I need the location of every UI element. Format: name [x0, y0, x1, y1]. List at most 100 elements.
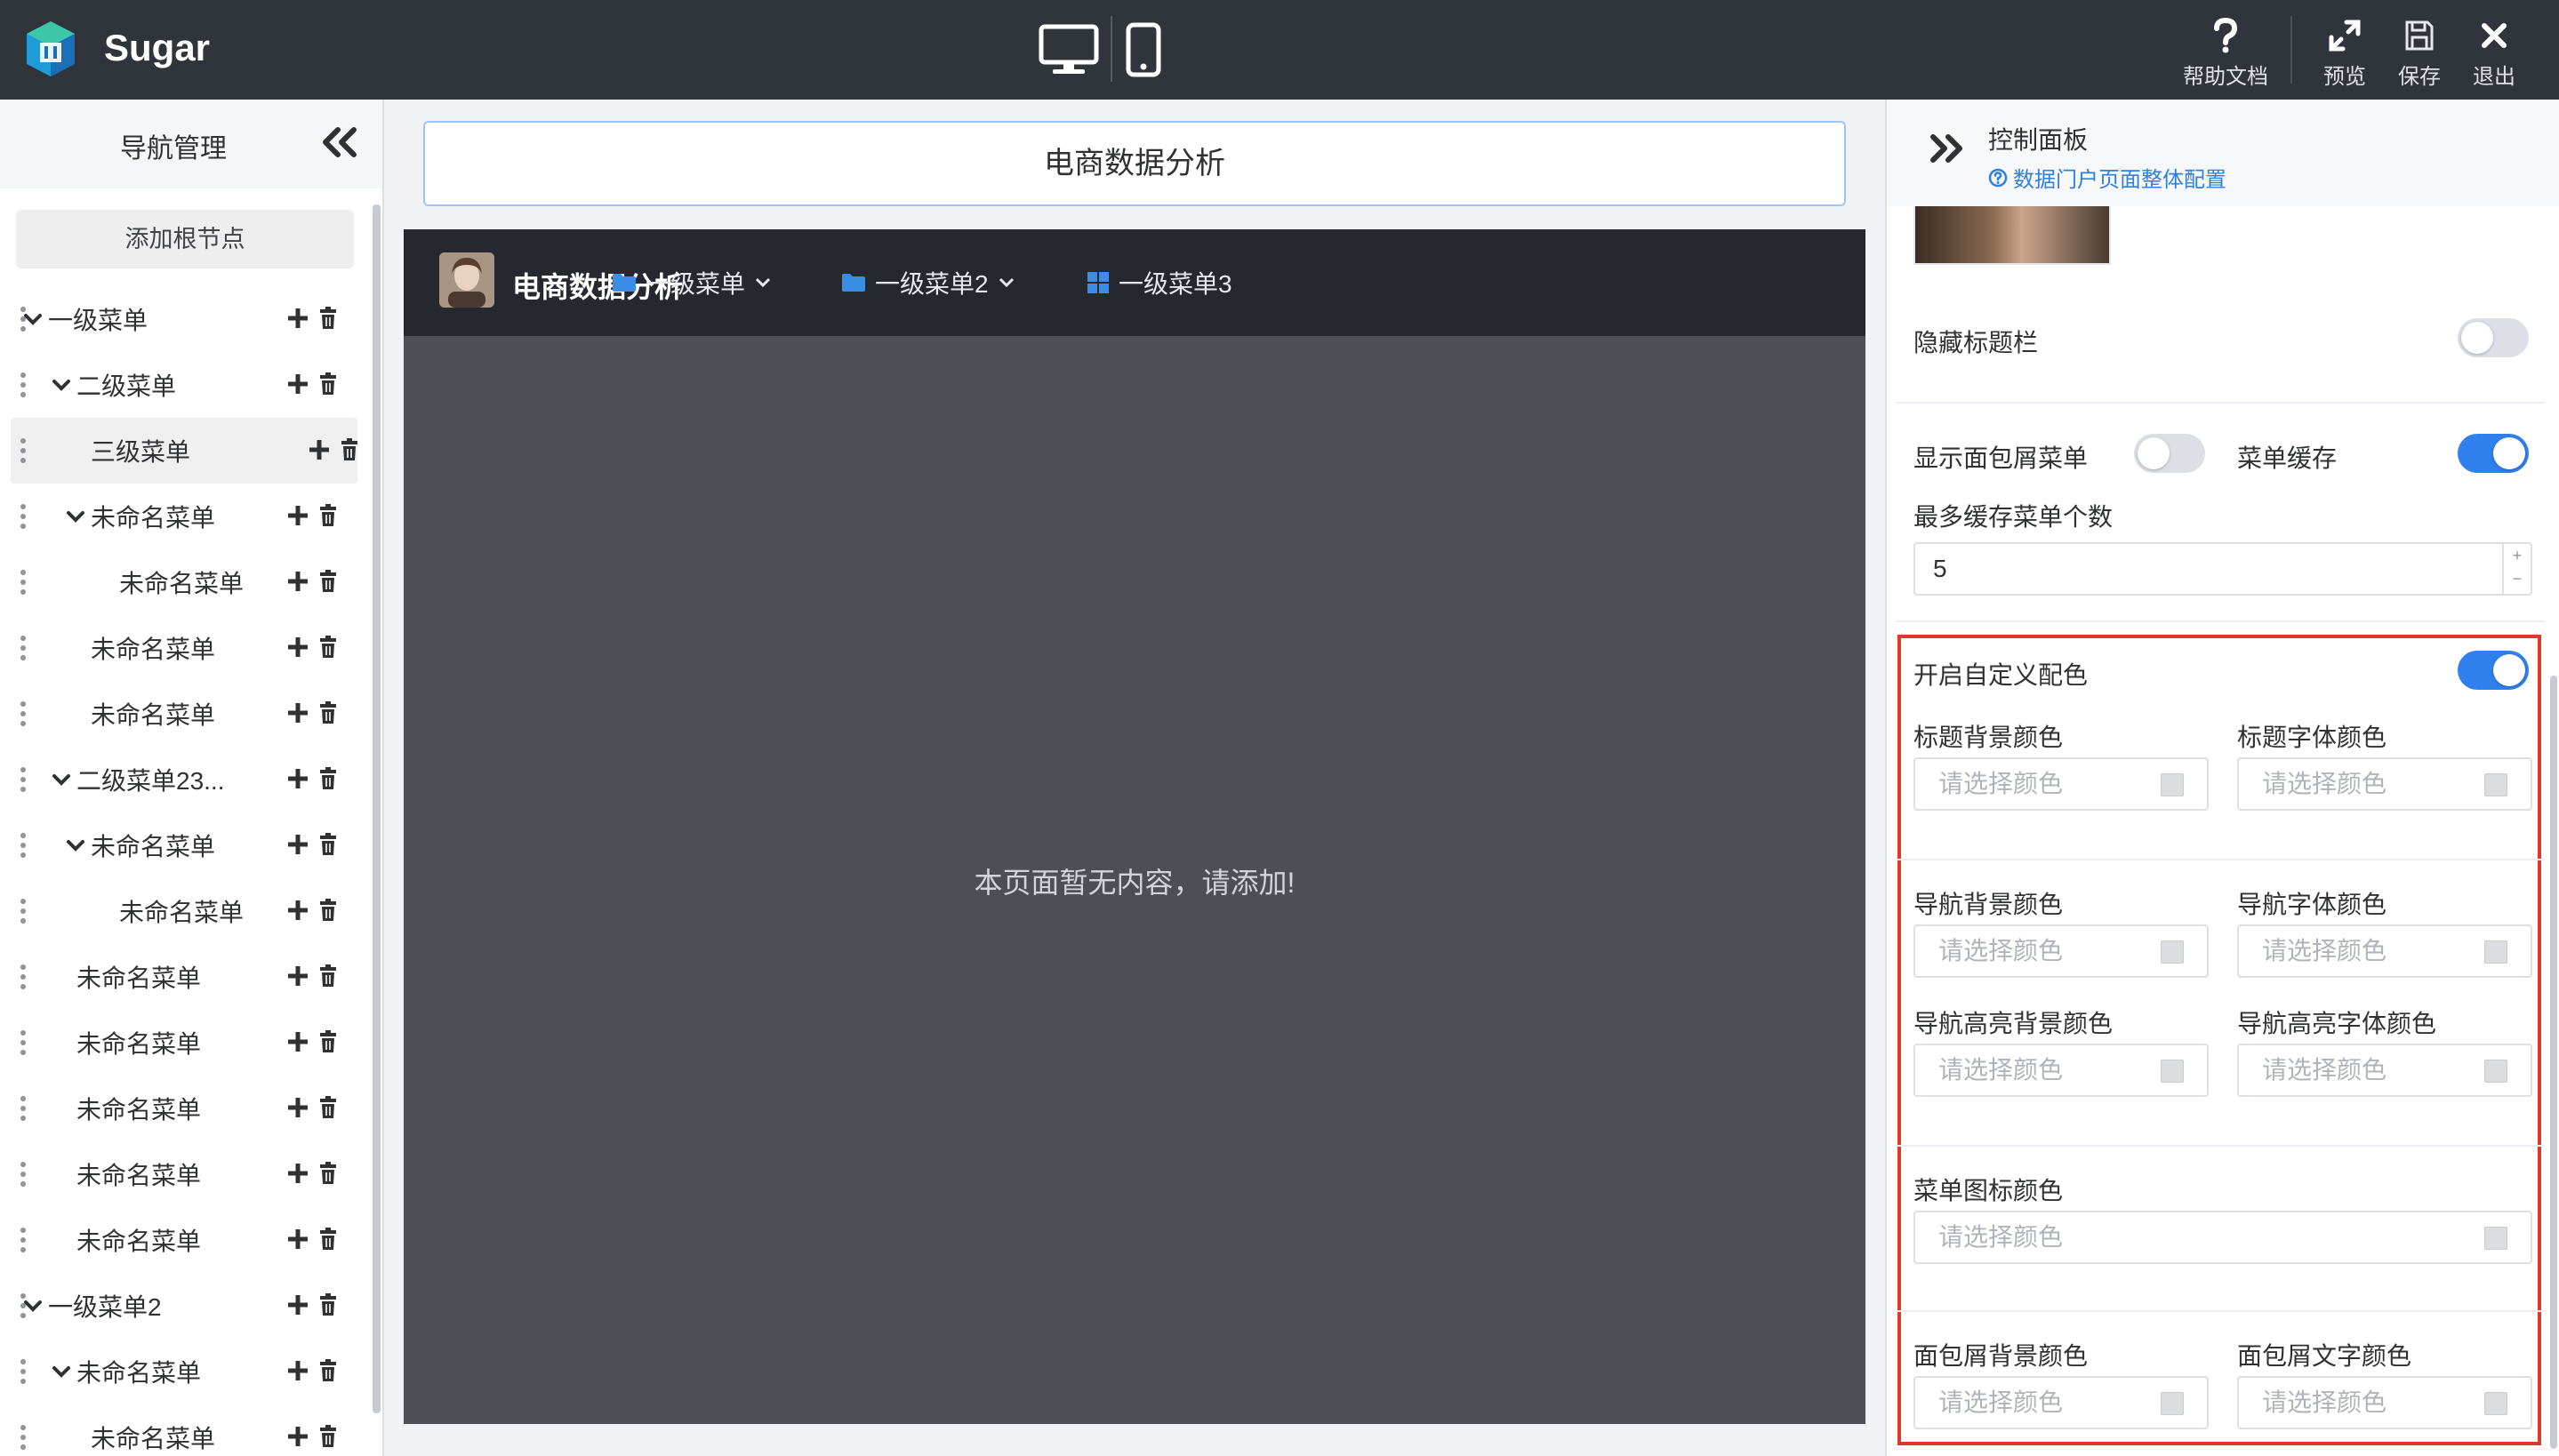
breadcrumb-bg-color-picker[interactable]: 请选择颜色 — [1913, 1376, 2209, 1429]
tree-node[interactable]: 未命名菜单 — [0, 681, 370, 747]
add-icon[interactable] — [286, 766, 309, 791]
add-icon[interactable] — [286, 1292, 309, 1317]
drag-handle-icon[interactable] — [20, 1030, 27, 1057]
exit-button[interactable]: 退出 — [2445, 16, 2543, 92]
add-icon[interactable] — [286, 635, 309, 660]
collapse-double-chevron-icon[interactable] — [320, 126, 359, 158]
hide-titlebar-toggle[interactable] — [2458, 318, 2529, 357]
tree-node[interactable]: 未命名菜单 — [0, 1076, 370, 1141]
page-title-input[interactable]: 电商数据分析 — [423, 121, 1846, 206]
show-breadcrumb-toggle[interactable] — [2134, 434, 2205, 473]
trash-icon[interactable] — [318, 1424, 338, 1449]
add-icon[interactable] — [286, 569, 309, 594]
tree-node[interactable]: 未命名菜单 — [0, 812, 370, 878]
trash-icon[interactable] — [318, 306, 338, 331]
trash-icon[interactable] — [318, 372, 338, 396]
add-icon[interactable] — [286, 1424, 309, 1449]
trash-icon[interactable] — [340, 437, 359, 462]
trash-icon[interactable] — [318, 1029, 338, 1054]
trash-icon[interactable] — [318, 700, 338, 725]
chevron-down-icon[interactable] — [50, 772, 73, 787]
add-icon[interactable] — [286, 503, 309, 528]
nav-menu-2[interactable]: 一级菜单2 — [841, 265, 1015, 300]
trash-icon[interactable] — [318, 635, 338, 660]
add-icon[interactable] — [286, 898, 309, 923]
chevron-down-icon[interactable] — [50, 378, 73, 392]
breadcrumb-text-color-picker[interactable]: 请选择颜色 — [2237, 1376, 2532, 1429]
tree-node[interactable]: 一级菜单2 — [0, 1273, 370, 1339]
add-icon[interactable] — [286, 1095, 309, 1120]
trash-icon[interactable] — [318, 1227, 338, 1252]
tree-node[interactable]: 未命名菜单 — [0, 878, 370, 944]
add-icon[interactable] — [286, 964, 309, 988]
nav-highlight-font-color-picker[interactable]: 请选择颜色 — [2237, 1044, 2532, 1097]
chevron-down-icon[interactable] — [21, 312, 44, 326]
drag-handle-icon[interactable] — [20, 833, 27, 860]
add-icon[interactable] — [286, 372, 309, 396]
tree-node[interactable]: 未命名菜单 — [0, 1404, 370, 1456]
tree-node[interactable]: 一级菜单 — [0, 286, 370, 352]
tree-node[interactable]: 未命名菜单 — [0, 1339, 370, 1404]
add-icon[interactable] — [286, 700, 309, 725]
add-icon[interactable] — [286, 1029, 309, 1054]
trash-icon[interactable] — [318, 569, 338, 594]
chevron-down-icon[interactable] — [21, 1299, 44, 1313]
title-bg-color-picker[interactable]: 请选择颜色 — [1913, 757, 2209, 811]
trash-icon[interactable] — [318, 1358, 338, 1383]
trash-icon[interactable] — [318, 832, 338, 857]
nav-menu-3[interactable]: 一级菜单3 — [1087, 265, 1232, 300]
chevron-down-icon[interactable] — [50, 1364, 73, 1379]
menu-cache-toggle[interactable] — [2458, 434, 2529, 473]
trash-icon[interactable] — [318, 766, 338, 791]
nav-menu-1[interactable]: 一级菜单 — [612, 265, 772, 300]
logo-image-preview[interactable] — [1913, 201, 2111, 265]
custom-color-toggle[interactable] — [2458, 651, 2529, 690]
drag-handle-icon[interactable] — [20, 767, 27, 794]
drag-handle-icon[interactable] — [20, 1096, 27, 1123]
tree-node[interactable]: 二级菜单 — [0, 352, 370, 418]
tree-node[interactable]: 未命名菜单 — [0, 1141, 370, 1207]
number-stepper[interactable]: + − — [2502, 544, 2531, 594]
tree-node[interactable]: 未命名菜单 — [0, 484, 370, 549]
mobile-view-button[interactable] — [1122, 18, 1165, 82]
nav-bg-color-picker[interactable]: 请选择颜色 — [1913, 924, 2209, 978]
drag-handle-icon[interactable] — [20, 1228, 27, 1254]
add-icon[interactable] — [308, 437, 331, 462]
add-icon[interactable] — [286, 1227, 309, 1252]
drag-handle-icon[interactable] — [20, 504, 27, 531]
tree-node[interactable]: 二级菜单23... — [0, 747, 370, 812]
desktop-view-button[interactable] — [1037, 18, 1101, 82]
add-icon[interactable] — [286, 1161, 309, 1186]
nav-scrollbar[interactable] — [373, 204, 381, 1413]
title-font-color-picker[interactable]: 请选择颜色 — [2237, 757, 2532, 811]
drag-handle-icon[interactable] — [20, 636, 27, 662]
trash-icon[interactable] — [318, 898, 338, 923]
tree-node[interactable]: 未命名菜单 — [0, 615, 370, 681]
drag-handle-icon[interactable] — [20, 1359, 27, 1386]
drag-handle-icon[interactable] — [20, 1162, 27, 1188]
drag-handle-icon[interactable] — [20, 899, 27, 925]
add-icon[interactable] — [286, 306, 309, 331]
drag-handle-icon[interactable] — [20, 964, 27, 991]
tree-node[interactable]: 未命名菜单 — [0, 944, 370, 1010]
chevron-down-icon[interactable] — [64, 509, 87, 524]
max-cache-input[interactable]: 5 + − — [1913, 542, 2532, 596]
portal-config-link[interactable]: 数据门户页面整体配置 — [1988, 162, 2226, 193]
chevron-down-icon[interactable] — [64, 838, 87, 852]
drag-handle-icon[interactable] — [20, 372, 27, 399]
tree-node[interactable]: 未命名菜单 — [0, 549, 370, 615]
drag-handle-icon[interactable] — [20, 570, 27, 596]
nav-font-color-picker[interactable]: 请选择颜色 — [2237, 924, 2532, 978]
trash-icon[interactable] — [318, 1161, 338, 1186]
menu-icon-color-picker[interactable]: 请选择颜色 — [1913, 1211, 2532, 1264]
drag-handle-icon[interactable] — [20, 1425, 27, 1452]
tree-node[interactable]: 未命名菜单 — [0, 1010, 370, 1076]
trash-icon[interactable] — [318, 964, 338, 988]
drag-handle-icon[interactable] — [20, 701, 27, 728]
add-root-node-button[interactable]: 添加根节点 — [16, 210, 354, 268]
trash-icon[interactable] — [318, 503, 338, 528]
trash-icon[interactable] — [318, 1095, 338, 1120]
tree-node[interactable]: 三级菜单 — [11, 418, 357, 484]
add-icon[interactable] — [286, 1358, 309, 1383]
control-panel-scrollbar[interactable] — [2550, 676, 2557, 1449]
